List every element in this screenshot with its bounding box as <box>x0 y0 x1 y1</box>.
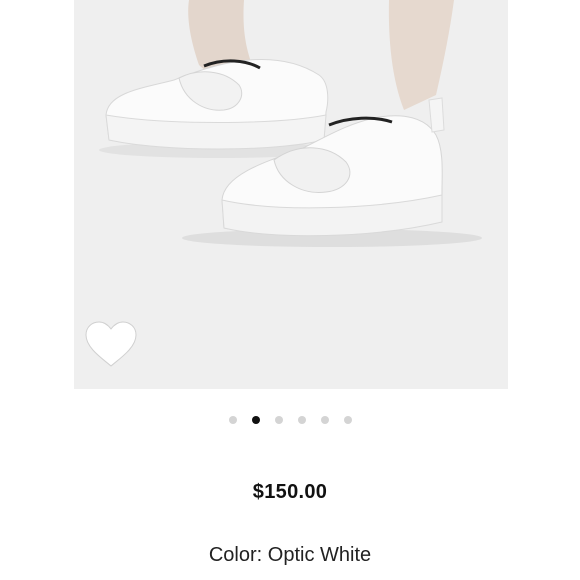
color-label: Color: <box>208 544 263 566</box>
carousel-indicators <box>0 415 580 425</box>
product-color: Color: Optic White <box>0 544 580 567</box>
heart-icon <box>85 321 137 367</box>
sneaker-photo <box>99 0 482 247</box>
carousel-dot-6[interactable] <box>344 416 352 424</box>
product-page: $150.00 Color: Optic White <box>0 0 580 580</box>
carousel-dot-5[interactable] <box>321 416 329 424</box>
carousel-dot-3[interactable] <box>275 416 283 424</box>
carousel-dot-2[interactable] <box>252 416 260 424</box>
product-image[interactable] <box>74 0 508 389</box>
carousel-dot-4[interactable] <box>298 416 306 424</box>
product-price: $150.00 <box>252 481 328 503</box>
carousel-dot-1[interactable] <box>229 416 237 424</box>
color-value: Optic White <box>267 544 372 566</box>
favorite-button[interactable] <box>83 321 139 369</box>
